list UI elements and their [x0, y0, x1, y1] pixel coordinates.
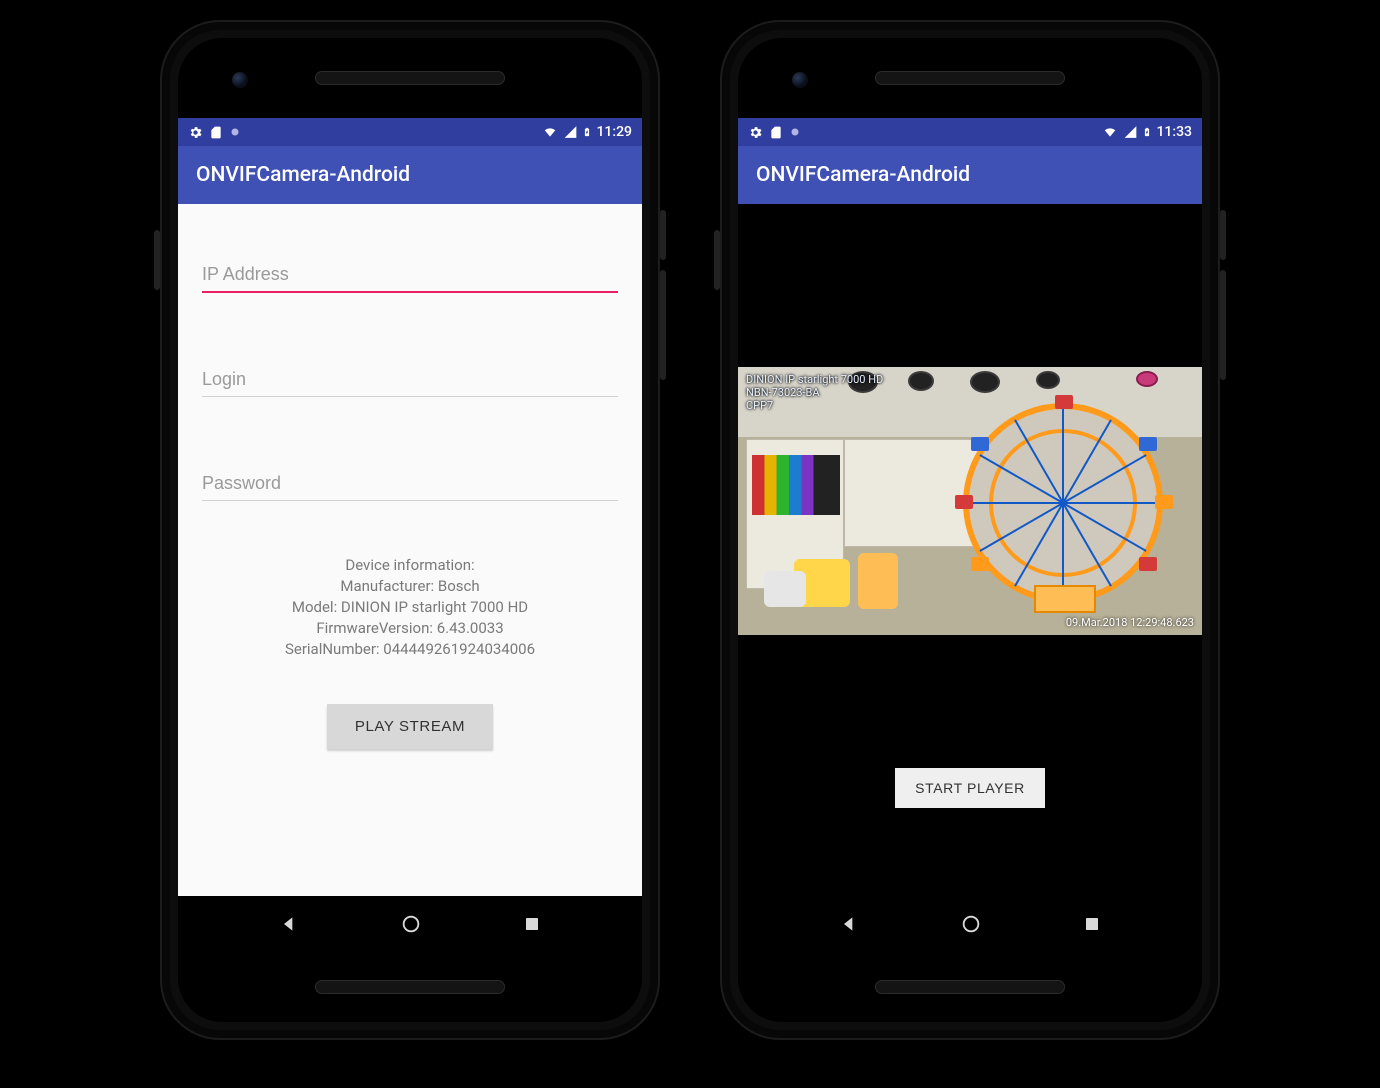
signal-icon: [563, 125, 578, 139]
vol-up-button-right[interactable]: [1220, 210, 1226, 260]
status-time: 11:29: [596, 124, 632, 140]
front-camera-icon: [792, 72, 808, 88]
top-bezel: [178, 38, 642, 118]
gear-icon: [188, 125, 203, 140]
wifi-icon: [1101, 125, 1119, 139]
start-player-button[interactable]: START PLAYER: [895, 768, 1045, 808]
login-field[interactable]: [202, 363, 618, 397]
device-info-block: Device information: Manufacturer: Bosch …: [202, 555, 618, 660]
power-button-left[interactable]: [154, 230, 160, 290]
earpiece-speaker: [875, 71, 1065, 85]
battery-icon: [1142, 124, 1152, 140]
ip-address-field[interactable]: [202, 258, 618, 293]
password-field[interactable]: [202, 467, 618, 501]
nav-back-icon[interactable]: [279, 914, 299, 934]
app-bar: ONVIFCamera-Android: [178, 146, 642, 204]
top-bezel: [738, 38, 1202, 118]
nav-home-icon[interactable]: [400, 913, 422, 935]
nav-recent-icon[interactable]: [523, 915, 541, 933]
nav-back-icon[interactable]: [839, 914, 859, 934]
app-bar: ONVIFCamera-Android: [738, 146, 1202, 204]
password-input[interactable]: [202, 467, 618, 501]
earpiece-speaker: [315, 71, 505, 85]
sd-card-icon: [769, 125, 783, 140]
video-stream-view[interactable]: DINION IP starlight 7000 HD NBN-73023-BA…: [738, 367, 1202, 635]
status-time: 11:33: [1156, 124, 1192, 140]
signal-icon: [1123, 125, 1138, 139]
power-button-right[interactable]: [714, 230, 720, 290]
device-info-firmware: FirmwareVersion: 6.43.0033: [202, 618, 618, 639]
nav-recent-icon[interactable]: [1083, 915, 1101, 933]
sd-card-icon: [209, 125, 223, 140]
app-title: ONVIFCamera-Android: [196, 163, 410, 187]
bottom-bezel: [178, 952, 642, 1022]
bottom-bezel: [738, 952, 1202, 1022]
circle-icon: [229, 126, 241, 138]
bottom-speaker: [315, 980, 505, 994]
device-info-heading: Device information:: [202, 555, 618, 576]
login-input[interactable]: [202, 363, 618, 397]
nav-home-icon[interactable]: [960, 913, 982, 935]
stream-overlay-text: DINION IP starlight 7000 HD NBN-73023-BA…: [746, 373, 883, 413]
phone-frame-right: 11:33 ONVIFCamera-Android: [720, 20, 1220, 1040]
phone-frame-left: 11:29 ONVIFCamera-Android Device informa…: [160, 20, 660, 1040]
vol-up-button-left[interactable]: [660, 210, 666, 260]
device-info-serial: SerialNumber: 044449261924034006: [202, 639, 618, 660]
app-title: ONVIFCamera-Android: [756, 163, 970, 187]
front-camera-icon: [232, 72, 248, 88]
stream-timestamp: 09.Mar.2018 12:29:48.623: [1066, 616, 1194, 629]
device-info-manufacturer: Manufacturer: Bosch: [202, 576, 618, 597]
ferris-wheel-icon: [963, 403, 1163, 603]
status-bar: 11:33: [738, 118, 1202, 146]
vol-down-button-right[interactable]: [1220, 270, 1226, 380]
circle-icon: [789, 126, 801, 138]
battery-icon: [582, 124, 592, 140]
status-bar: 11:29: [178, 118, 642, 146]
android-nav-bar: [178, 896, 642, 952]
gear-icon: [748, 125, 763, 140]
wifi-icon: [541, 125, 559, 139]
bottom-speaker: [875, 980, 1065, 994]
vol-down-button-left[interactable]: [660, 270, 666, 380]
ip-address-input[interactable]: [202, 258, 618, 293]
play-stream-button[interactable]: PLAY STREAM: [327, 704, 493, 749]
device-info-model: Model: DINION IP starlight 7000 HD: [202, 597, 618, 618]
android-nav-bar: [738, 896, 1202, 952]
